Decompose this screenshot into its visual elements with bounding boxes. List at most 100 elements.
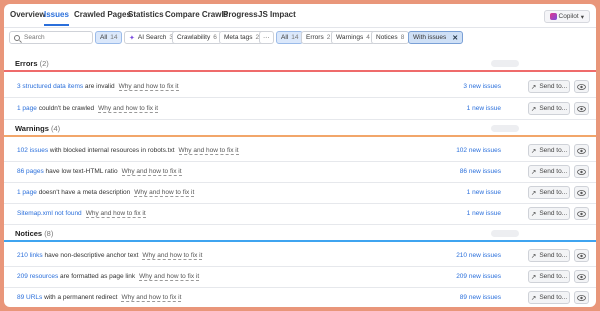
search-icon — [14, 35, 20, 41]
filter-label: Warnings — [336, 34, 364, 41]
eye-icon — [577, 83, 586, 90]
filter-bar: All 14 ✦ AI Search 3 Crawlability 6 Meta… — [4, 31, 596, 47]
send-to-button[interactable]: ↗ Send to... — [528, 186, 570, 199]
copilot-button[interactable]: Copilot ▾ — [543, 10, 590, 23]
filter-label: Crawlability — [177, 34, 211, 41]
issue-row[interactable]: 1 page couldn't be crawled Why and how to… — [4, 99, 596, 120]
eye-icon — [577, 105, 586, 112]
section-title: Warnings (4) — [15, 124, 61, 133]
why-fix-link[interactable]: Why and how to fix it — [139, 273, 200, 281]
hide-issue-button[interactable] — [574, 186, 589, 199]
eye-icon — [577, 294, 586, 301]
share-icon: ↗ — [530, 189, 537, 197]
send-to-button[interactable]: ↗ Send to... — [528, 270, 570, 283]
why-fix-link[interactable]: Why and how to fix it — [121, 294, 182, 302]
why-fix-link[interactable]: Why and how to fix it — [178, 147, 239, 155]
why-fix-link[interactable]: Why and how to fix it — [121, 168, 182, 176]
new-issues-link[interactable]: 1 new issue — [467, 189, 501, 196]
hide-issue-button[interactable] — [574, 165, 589, 178]
new-issues-link[interactable]: 209 new issues — [456, 273, 501, 280]
tab-issues[interactable]: Issues — [44, 10, 69, 26]
filter-label: Errors — [306, 34, 324, 41]
issue-link[interactable]: 89 URLs — [17, 294, 42, 301]
filter-label: Notices — [376, 34, 398, 41]
new-issues-link[interactable]: 89 new issues — [460, 294, 501, 301]
issue-row[interactable]: 1 page doesn't have a meta description Wh… — [4, 183, 596, 204]
filter-type-notices[interactable]: Notices 8 — [371, 31, 410, 44]
filter-category-meta-tags[interactable]: Meta tags 2 — [219, 31, 265, 44]
tab-crawled-pages[interactable]: Crawled Pages — [74, 10, 131, 19]
new-issues-link[interactable]: 1 new issue — [467, 105, 501, 112]
issue-link[interactable]: 3 structured data items — [17, 83, 83, 90]
issue-row[interactable]: 210 links have non-descriptive anchor te… — [4, 246, 596, 267]
issue-description: 1 page doesn't have a meta description Wh… — [17, 189, 195, 197]
copilot-label: Copilot — [558, 13, 579, 20]
issue-link[interactable]: 210 links — [17, 252, 43, 259]
hide-issue-button[interactable] — [574, 80, 589, 93]
why-fix-link[interactable]: Why and how to fix it — [134, 189, 195, 197]
issue-link[interactable]: 102 issues — [17, 147, 48, 154]
filter-category-ai-search[interactable]: ✦ AI Search 3 — [124, 31, 179, 44]
section-title: Errors (2) — [15, 59, 49, 68]
send-to-button[interactable]: ↗ Send to... — [528, 249, 570, 262]
hide-issue-button[interactable] — [574, 249, 589, 262]
chevron-down-icon: ▾ — [580, 13, 584, 21]
filter-label: AI Search — [137, 34, 167, 41]
share-icon: ↗ — [530, 147, 537, 155]
tab-progress[interactable]: Progress — [223, 10, 258, 19]
filter-count: 6 — [213, 34, 217, 41]
issue-link[interactable]: 1 page — [17, 189, 37, 196]
filter-category-all[interactable]: All 14 — [95, 31, 123, 44]
eye-icon — [577, 168, 586, 175]
send-to-button[interactable]: ↗ Send to... — [528, 102, 570, 115]
hide-issue-button[interactable] — [574, 102, 589, 115]
hide-issue-button[interactable] — [574, 270, 589, 283]
issue-link[interactable]: 1 page — [17, 105, 37, 112]
send-to-button[interactable]: ↗ Send to... — [528, 144, 570, 157]
hide-issue-button[interactable] — [574, 291, 589, 304]
new-issues-link[interactable]: 3 new issues — [463, 83, 501, 90]
why-fix-link[interactable]: Why and how to fix it — [142, 252, 203, 260]
filter-count: 4 — [366, 34, 370, 41]
issue-description: 89 URLs with a permanent redirect Why and… — [17, 294, 182, 302]
issue-row[interactable]: 3 structured data items are invalid Why a… — [4, 77, 596, 98]
issue-row[interactable]: 89 URLs with a permanent redirect Why and… — [4, 288, 596, 307]
filter-type-warnings[interactable]: Warnings 4 — [331, 31, 375, 44]
hide-issue-button[interactable] — [574, 207, 589, 220]
issue-row[interactable]: 102 issues with blocked internal resourc… — [4, 141, 596, 162]
new-issues-link[interactable]: 210 new issues — [456, 252, 501, 259]
send-to-button[interactable]: ↗ Send to... — [528, 207, 570, 220]
why-fix-link[interactable]: Why and how to fix it — [118, 83, 179, 91]
eye-icon — [577, 273, 586, 280]
with-issues-filter[interactable]: With issues ✕ — [408, 31, 464, 44]
copilot-logo-icon — [549, 13, 557, 20]
filter-type-all[interactable]: All 14 — [276, 31, 304, 44]
issue-link[interactable]: 209 resources — [17, 273, 58, 280]
issue-description: 3 structured data items are invalid Why a… — [17, 83, 179, 91]
close-icon[interactable]: ✕ — [452, 34, 458, 42]
new-issues-link[interactable]: 102 new issues — [456, 147, 501, 154]
issue-link[interactable]: 86 pages — [17, 168, 44, 175]
new-issues-link[interactable]: 1 new issue — [467, 210, 501, 217]
more-categories-button[interactable]: ··· — [259, 31, 274, 44]
share-icon: ↗ — [530, 105, 537, 113]
new-issues-link[interactable]: 86 new issues — [460, 168, 501, 175]
tab-overview[interactable]: Overview — [10, 10, 46, 19]
issue-row[interactable]: 86 pages have low text-HTML ratio Why and… — [4, 162, 596, 183]
filter-category-crawlability[interactable]: Crawlability 6 — [172, 31, 222, 44]
hide-issue-button[interactable] — [574, 144, 589, 157]
issue-link[interactable]: Sitemap.xml not found — [17, 210, 82, 217]
why-fix-link[interactable]: Why and how to fix it — [98, 105, 159, 113]
tab-js-impact[interactable]: JS Impact — [258, 10, 296, 19]
issue-row[interactable]: Sitemap.xml not found Why and how to fix … — [4, 204, 596, 225]
eye-icon — [577, 147, 586, 154]
issue-row[interactable]: 209 resources are formatted as page link… — [4, 267, 596, 288]
tab-compare-crawls[interactable]: Compare Crawls — [165, 10, 228, 19]
tab-statistics[interactable]: Statistics — [128, 10, 164, 19]
tab-bar: Overview Issues Crawled Pages Statistics… — [4, 4, 596, 28]
send-to-button[interactable]: ↗ Send to... — [528, 165, 570, 178]
search-input[interactable] — [24, 34, 92, 41]
why-fix-link[interactable]: Why and how to fix it — [85, 210, 146, 218]
send-to-button[interactable]: ↗ Send to... — [528, 80, 570, 93]
send-to-button[interactable]: ↗ Send to... — [528, 291, 570, 304]
